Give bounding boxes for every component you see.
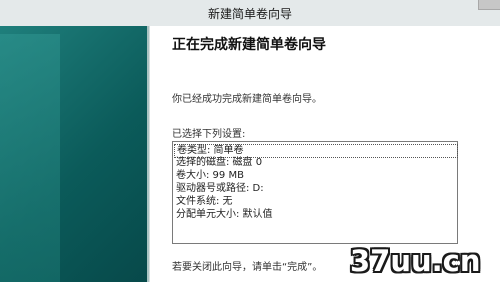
settings-line-allocation-unit[interactable]: 分配单元大小: 默认值: [176, 209, 273, 221]
settings-summary-box[interactable]: 卷类型: 简单卷 选择的磁盘: 磁盘 0 卷大小: 99 MB 驱动器号或路径:…: [172, 141, 458, 244]
close-hint: 若要关闭此向导，请单击“完成”。: [172, 262, 323, 273]
close-button[interactable]: [478, 0, 500, 10]
title-bar[interactable]: 新建简单卷向导: [0, 0, 500, 26]
settings-label: 已选择下列设置:: [172, 129, 246, 140]
settings-line-file-system[interactable]: 文件系统: 无: [176, 196, 233, 208]
settings-line-volume-size[interactable]: 卷大小: 99 MB: [176, 170, 244, 182]
wizard-window: 新建简单卷向导 正在完成新建简单卷向导 你已经成功完成新建简单卷向导。 已选择下…: [0, 0, 500, 282]
settings-line-drive-letter[interactable]: 驱动器号或路径: D:: [176, 183, 264, 195]
success-message: 你已经成功完成新建简单卷向导。: [172, 94, 322, 105]
banner-divider: [147, 26, 150, 282]
settings-line-selected-disk[interactable]: 选择的磁盘: 磁盘 0: [176, 157, 262, 169]
settings-line-volume-type[interactable]: 卷类型: 简单卷: [174, 144, 458, 158]
window-title: 新建简单卷向导: [207, 7, 292, 21]
watermark-logo: 37uu.cn: [340, 244, 490, 279]
page-title: 正在完成新建简单卷向导: [172, 37, 326, 53]
wizard-side-banner: [0, 26, 147, 282]
